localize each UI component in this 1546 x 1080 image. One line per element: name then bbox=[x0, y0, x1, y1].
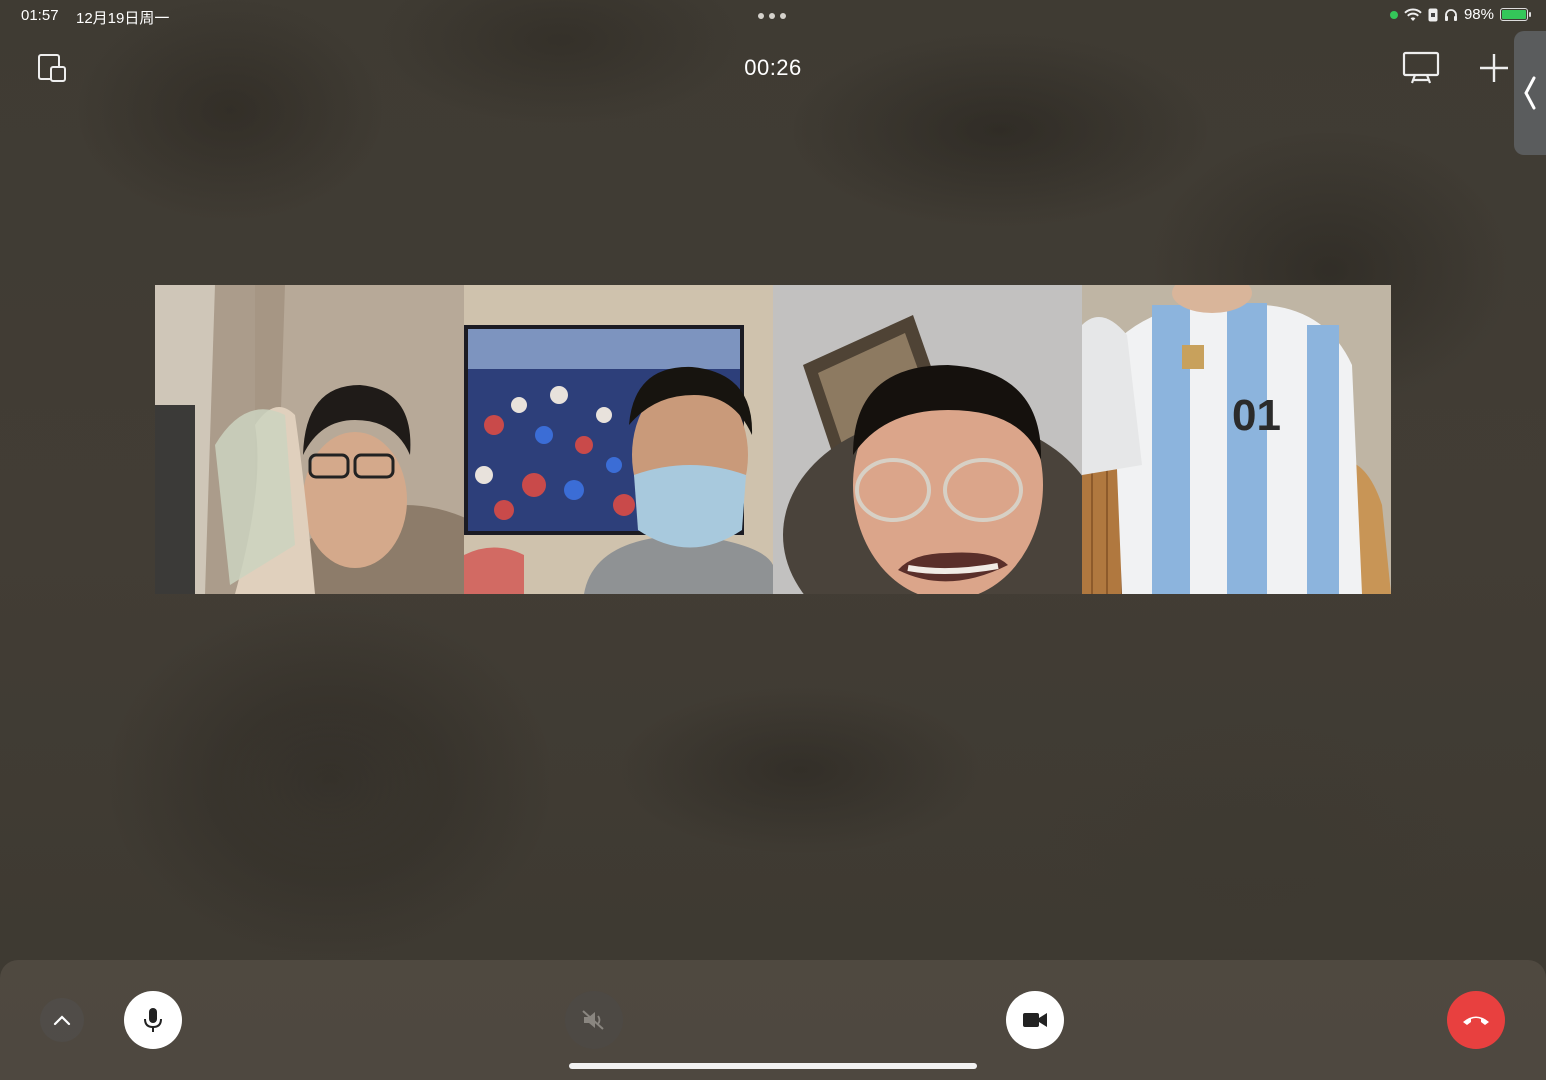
screen-share-icon bbox=[1402, 51, 1440, 84]
phone-hangup-icon bbox=[1463, 1016, 1489, 1025]
wifi-icon bbox=[1404, 8, 1422, 21]
home-indicator[interactable] bbox=[569, 1063, 977, 1069]
microphone-toggle-button[interactable] bbox=[124, 991, 182, 1049]
camera-toggle-button[interactable] bbox=[1006, 991, 1064, 1049]
participant-video-tile[interactable] bbox=[464, 285, 773, 594]
speaker-muted-icon bbox=[582, 1010, 604, 1030]
multitasking-dots[interactable] bbox=[758, 13, 786, 19]
battery-icon bbox=[1500, 8, 1531, 21]
chevron-left-icon bbox=[1524, 76, 1536, 110]
hang-up-button[interactable] bbox=[1447, 991, 1505, 1049]
video-camera-icon bbox=[1023, 1013, 1047, 1027]
speaker-toggle-button[interactable] bbox=[565, 991, 623, 1049]
call-control-bar bbox=[0, 960, 1546, 1080]
chevron-up-icon bbox=[53, 1015, 71, 1026]
svg-text:01: 01 bbox=[1232, 391, 1281, 440]
headphones-icon bbox=[1444, 8, 1457, 21]
side-panel-handle[interactable] bbox=[1514, 31, 1546, 155]
plus-icon bbox=[1480, 54, 1508, 82]
participant-video-1 bbox=[155, 285, 464, 594]
battery-percent: 98% bbox=[1463, 6, 1494, 23]
participant-video-3 bbox=[773, 285, 1082, 594]
participant-video-tile[interactable]: 01 bbox=[1082, 285, 1391, 594]
status-time: 01:57 bbox=[21, 7, 59, 24]
video-grid: 01 bbox=[155, 285, 1391, 594]
add-participant-button[interactable] bbox=[1476, 50, 1512, 86]
status-bar: 01:57 12月19日周一 98% bbox=[0, 0, 1546, 32]
screen-share-button[interactable] bbox=[1401, 48, 1441, 88]
camera-in-use-indicator bbox=[1389, 10, 1398, 19]
orientation-lock-icon bbox=[1428, 8, 1438, 21]
participant-video-4: 01 bbox=[1082, 285, 1391, 594]
status-indicators: 98% bbox=[1389, 6, 1531, 23]
call-duration: 00:26 bbox=[744, 55, 802, 80]
participant-video-2 bbox=[464, 285, 773, 594]
participant-video-tile[interactable] bbox=[773, 285, 1082, 594]
participant-video-tile[interactable] bbox=[155, 285, 464, 594]
status-date: 12月19日周一 bbox=[76, 10, 170, 27]
microphone-icon bbox=[144, 1008, 162, 1032]
collapse-controls-button[interactable] bbox=[40, 998, 84, 1042]
